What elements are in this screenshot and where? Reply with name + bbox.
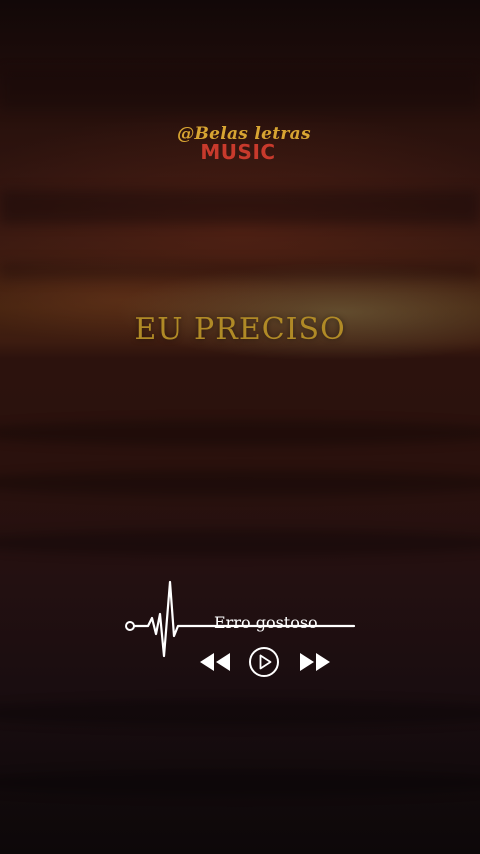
- playback-controls: [198, 646, 334, 680]
- lyric-text: EU PRECISO: [134, 312, 346, 347]
- channel-logo: @Belas letras MUSIC: [0, 124, 480, 164]
- rewind-icon[interactable]: [198, 646, 232, 678]
- sea-wave: [0, 470, 480, 496]
- fast-forward-icon[interactable]: [298, 646, 332, 678]
- play-icon[interactable]: [248, 646, 280, 678]
- video-frame: @Belas letras MUSIC EU PRECISO Erro gost…: [0, 0, 480, 854]
- track-title: Erro gostoso: [214, 613, 318, 632]
- music-player: Erro gostoso: [120, 578, 360, 678]
- sea-wave: [0, 700, 480, 726]
- sea-wave: [0, 530, 480, 556]
- cloud-band: [0, 70, 480, 110]
- logo-music: MUSIC: [200, 140, 276, 164]
- sea-wave: [0, 770, 480, 796]
- sea-wave: [0, 420, 480, 446]
- cloud-band: [0, 262, 480, 280]
- cloud-band: [0, 190, 480, 224]
